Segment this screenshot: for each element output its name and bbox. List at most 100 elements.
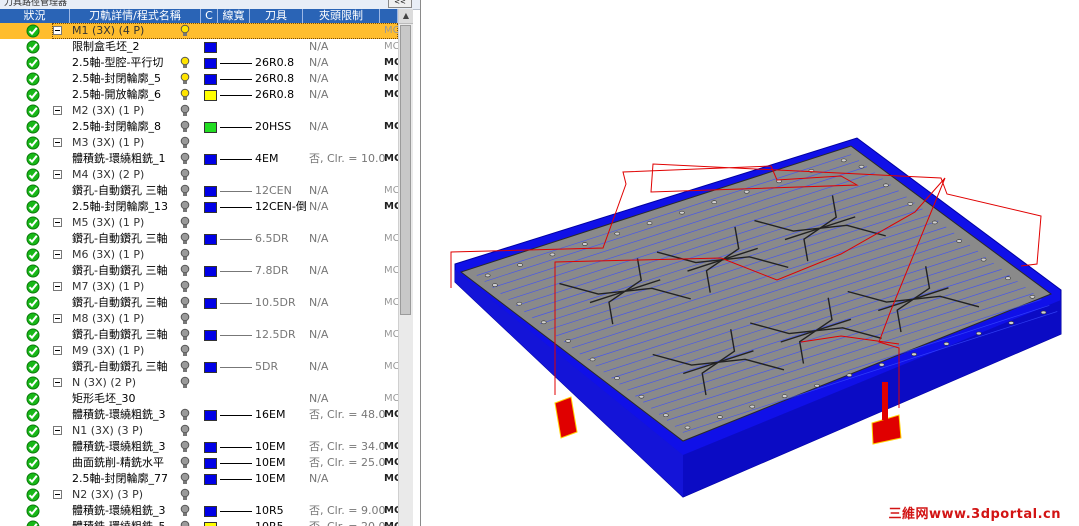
header-holder-limit[interactable]: 夾頭限制: [303, 9, 380, 23]
color-swatch[interactable]: [204, 202, 217, 213]
line-width-sample[interactable]: [220, 239, 252, 240]
visibility-bulb-icon[interactable]: [179, 311, 191, 327]
visibility-bulb-icon[interactable]: [179, 327, 191, 343]
visibility-bulb-icon[interactable]: [179, 375, 191, 391]
visibility-bulb-icon[interactable]: [179, 199, 191, 215]
color-swatch[interactable]: [204, 410, 217, 421]
toolpath-group-row[interactable]: M3 (3X) (1 P): [0, 135, 398, 151]
color-swatch[interactable]: [204, 522, 217, 526]
visibility-bulb-icon[interactable]: [179, 87, 191, 103]
color-swatch[interactable]: [204, 362, 217, 373]
toolpath-row[interactable]: 鑽孔-自動鑽孔 三軸 12CEN N/A MC: [0, 183, 400, 199]
toolpath-row[interactable]: 鑽孔-自動鑽孔 三軸 12.5DR N/A MC: [0, 327, 400, 343]
visibility-bulb-icon[interactable]: [179, 295, 191, 311]
toolpath-row[interactable]: 2.5軸-型腔-平行切 26R0.8 N/A MC: [0, 55, 401, 71]
color-swatch[interactable]: [204, 58, 217, 69]
toolpath-group-row[interactable]: N (3X) (2 P): [0, 375, 398, 391]
toolpath-row[interactable]: 矩形毛坯_30 N/A MC: [0, 391, 400, 407]
toolpath-row[interactable]: 2.5軸-封閉輪廓_5 26R0.8 N/A MC: [0, 71, 401, 87]
collapse-toggle-icon[interactable]: [53, 218, 62, 227]
color-swatch[interactable]: [204, 458, 217, 469]
visibility-bulb-icon[interactable]: [179, 279, 191, 295]
collapse-toggle-icon[interactable]: [53, 282, 62, 291]
toolpath-group-row[interactable]: N1 (3X) (3 P): [0, 423, 398, 439]
collapse-toggle-icon[interactable]: [53, 378, 62, 387]
color-swatch[interactable]: [204, 122, 217, 133]
color-swatch[interactable]: [204, 186, 217, 197]
collapse-button[interactable]: <<: [388, 0, 412, 8]
header-color[interactable]: C: [201, 9, 218, 23]
line-width-sample[interactable]: [220, 63, 252, 64]
toolpath-row[interactable]: 體積銑-環繞粗銑_3 10R5 否, Clr. = 9.00 MC: [0, 503, 401, 519]
toolpath-row[interactable]: 2.5軸-封閉輪廓_13 12CEN-倒 N/A MC: [0, 199, 401, 215]
visibility-bulb-icon[interactable]: [179, 215, 191, 231]
color-swatch[interactable]: [204, 234, 217, 245]
visibility-bulb-icon[interactable]: [179, 471, 191, 487]
toolpath-row[interactable]: 2.5軸-開放輪廓_6 26R0.8 N/A MC: [0, 87, 401, 103]
line-width-sample[interactable]: [220, 415, 252, 416]
header-line-width[interactable]: 線寬: [218, 9, 250, 23]
visibility-bulb-icon[interactable]: [179, 263, 191, 279]
visibility-bulb-icon[interactable]: [179, 167, 191, 183]
toolpath-group-row[interactable]: M7 (3X) (1 P): [0, 279, 398, 295]
visibility-bulb-icon[interactable]: [179, 231, 191, 247]
scroll-thumb[interactable]: [400, 25, 411, 315]
visibility-bulb-icon[interactable]: [179, 247, 191, 263]
visibility-bulb-icon[interactable]: [179, 439, 191, 455]
toolpath-group-row[interactable]: M5 (3X) (1 P): [0, 215, 398, 231]
line-width-sample[interactable]: [220, 463, 252, 464]
color-swatch[interactable]: [204, 90, 217, 101]
visibility-bulb-icon[interactable]: [179, 343, 191, 359]
collapse-toggle-icon[interactable]: [53, 490, 62, 499]
visibility-bulb-icon[interactable]: [179, 503, 191, 519]
line-width-sample[interactable]: [220, 191, 252, 192]
line-width-sample[interactable]: [220, 159, 252, 160]
line-width-sample[interactable]: [220, 271, 252, 272]
visibility-bulb-icon[interactable]: [179, 119, 191, 135]
header-tool[interactable]: 刀具: [250, 9, 303, 23]
visibility-bulb-icon[interactable]: [179, 103, 191, 119]
visibility-bulb-icon[interactable]: [179, 55, 191, 71]
visibility-bulb-icon[interactable]: [179, 135, 191, 151]
visibility-bulb-icon[interactable]: [179, 151, 191, 167]
line-width-sample[interactable]: [220, 303, 252, 304]
vertical-scrollbar[interactable]: ▲: [398, 9, 413, 526]
toolpath-group-row[interactable]: M9 (3X) (1 P): [0, 343, 398, 359]
toolpath-group-row[interactable]: N2 (3X) (3 P): [0, 487, 398, 503]
color-swatch[interactable]: [204, 266, 217, 277]
visibility-bulb-icon[interactable]: [179, 71, 191, 87]
toolpath-group-row[interactable]: M4 (3X) (2 P): [0, 167, 398, 183]
header-status[interactable]: 狀況: [0, 9, 70, 23]
visibility-bulb-icon[interactable]: [179, 23, 191, 39]
toolpath-row[interactable]: 2.5軸-封閉輪廓_8 20HSS N/A MC: [0, 119, 401, 135]
3d-viewport[interactable]: 三維网www.3dportal.cn: [421, 0, 1079, 526]
color-swatch[interactable]: [204, 74, 217, 85]
header-path-name[interactable]: 刀軌詳情/程式名稱: [70, 9, 201, 23]
visibility-bulb-icon[interactable]: [179, 407, 191, 423]
toolpath-row[interactable]: 限制盒毛坯_2 N/A MC: [0, 39, 400, 55]
toolpath-row[interactable]: 體積銑-環繞粗銑_3 16EM 否, Clr. = 48.0 MC: [0, 407, 401, 423]
toolpath-row[interactable]: 體積銑-環繞粗銑_3 10EM 否, Clr. = 34.0 MC: [0, 439, 401, 455]
toolpath-group-row[interactable]: M2 (3X) (1 P): [0, 103, 398, 119]
collapse-toggle-icon[interactable]: [53, 138, 62, 147]
visibility-bulb-icon[interactable]: [179, 183, 191, 199]
visibility-bulb-icon[interactable]: [179, 359, 191, 375]
line-width-sample[interactable]: [220, 95, 252, 96]
line-width-sample[interactable]: [220, 479, 252, 480]
scroll-up-arrow-icon[interactable]: ▲: [399, 9, 413, 24]
color-swatch[interactable]: [204, 298, 217, 309]
toolpath-row[interactable]: 鑽孔-自動鑽孔 三軸 7.8DR N/A MC: [0, 263, 400, 279]
toolpath-group-row[interactable]: M1 (3X) (4 P) MC: [0, 23, 400, 39]
toolpath-group-row[interactable]: M8 (3X) (1 P): [0, 311, 398, 327]
collapse-toggle-icon[interactable]: [53, 170, 62, 179]
toolpath-row[interactable]: 鑽孔-自動鑽孔 三軸 10.5DR N/A MC: [0, 295, 400, 311]
collapse-toggle-icon[interactable]: [53, 314, 62, 323]
toolpath-row[interactable]: 曲面銑削-精銑水平 10EM 否, Clr. = 25.0 MC: [0, 455, 401, 471]
collapse-toggle-icon[interactable]: [53, 250, 62, 259]
toolpath-group-row[interactable]: M6 (3X) (1 P): [0, 247, 398, 263]
color-swatch[interactable]: [204, 154, 217, 165]
toolpath-row[interactable]: 體積銑-環繞粗銑_510R5否, Clr. = 20.0MC: [0, 519, 401, 526]
collapse-toggle-icon[interactable]: [53, 346, 62, 355]
line-width-sample[interactable]: [220, 511, 252, 512]
collapse-toggle-icon[interactable]: [53, 106, 62, 115]
